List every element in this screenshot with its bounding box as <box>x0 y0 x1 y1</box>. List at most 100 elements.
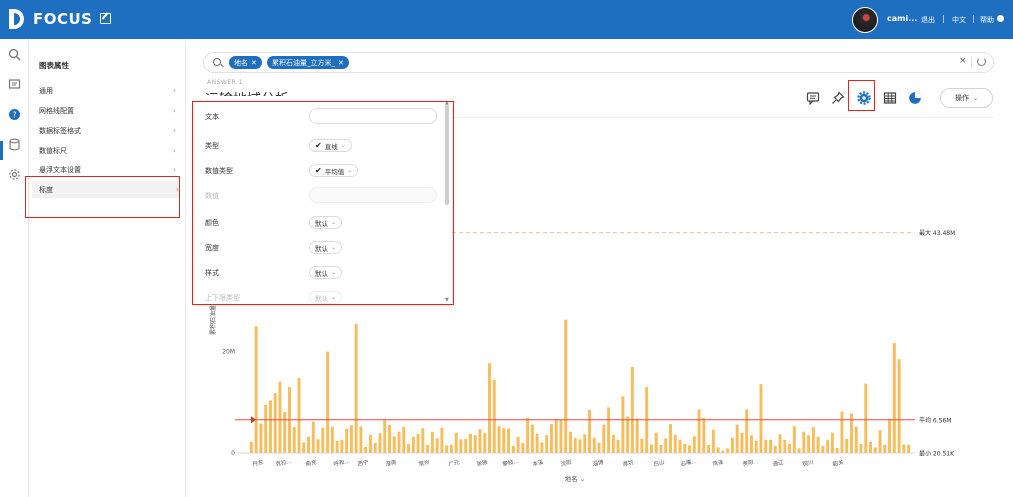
bar[interactable] <box>488 363 491 453</box>
bar[interactable] <box>559 420 563 453</box>
bar[interactable] <box>892 343 896 453</box>
bar[interactable] <box>583 434 587 453</box>
close-icon[interactable]: ✕ <box>251 59 257 67</box>
message-icon[interactable] <box>8 78 21 91</box>
bar[interactable] <box>788 443 792 453</box>
bar[interactable] <box>783 439 787 453</box>
bar[interactable] <box>278 381 282 453</box>
bar[interactable] <box>716 447 720 453</box>
bar[interactable] <box>545 435 549 453</box>
bar[interactable] <box>511 445 515 453</box>
bar[interactable] <box>649 444 653 453</box>
bar[interactable] <box>564 319 568 453</box>
bar[interactable] <box>407 443 411 453</box>
bar[interactable] <box>502 428 506 453</box>
table-icon[interactable] <box>883 91 897 105</box>
refresh-icon[interactable] <box>977 57 986 66</box>
bar[interactable] <box>459 439 463 453</box>
bar[interactable] <box>468 433 472 453</box>
bar[interactable] <box>688 445 692 453</box>
bar[interactable] <box>616 439 620 453</box>
bar[interactable] <box>359 426 363 453</box>
bar[interactable] <box>411 436 415 453</box>
bar[interactable] <box>707 444 711 453</box>
bar[interactable] <box>340 439 344 453</box>
bar[interactable] <box>907 444 911 453</box>
bar[interactable] <box>397 431 401 453</box>
bar[interactable] <box>826 439 830 453</box>
bar[interactable] <box>897 359 901 453</box>
bar[interactable] <box>316 439 320 453</box>
bar[interactable] <box>811 427 815 453</box>
bar[interactable] <box>402 426 406 453</box>
bar[interactable] <box>368 434 372 453</box>
bar[interactable] <box>540 442 544 453</box>
bar[interactable] <box>497 426 501 453</box>
bar[interactable] <box>759 384 763 453</box>
bar[interactable] <box>854 426 858 453</box>
bar[interactable] <box>569 431 572 453</box>
bar[interactable] <box>740 432 744 453</box>
bar[interactable] <box>516 436 520 453</box>
bar[interactable] <box>326 351 330 453</box>
bar[interactable] <box>249 441 253 453</box>
logo[interactable]: FOCUS <box>9 9 93 29</box>
bar[interactable] <box>330 426 334 453</box>
close-icon[interactable]: ✕ <box>338 59 344 67</box>
props-item-value-ruler[interactable]: 数值标尺 › <box>39 142 176 159</box>
logout-link[interactable]: 退出 <box>921 15 935 25</box>
pie-chart-icon[interactable] <box>908 91 922 105</box>
bar[interactable] <box>321 427 325 453</box>
bar[interactable] <box>697 409 701 453</box>
bar[interactable] <box>726 448 730 453</box>
bar[interactable] <box>735 424 739 453</box>
props-item-gridlines[interactable]: 网格线配置 › <box>39 102 176 119</box>
bar[interactable] <box>830 432 834 453</box>
bar[interactable] <box>478 429 482 453</box>
bar[interactable] <box>659 444 663 453</box>
bar[interactable] <box>630 366 634 453</box>
bar[interactable] <box>492 380 496 453</box>
bar[interactable] <box>421 428 425 453</box>
bar[interactable] <box>426 444 430 453</box>
bar[interactable] <box>664 438 668 453</box>
help-link[interactable]: 帮助 <box>980 15 994 25</box>
bar[interactable] <box>754 440 758 453</box>
bar[interactable] <box>678 439 682 453</box>
bar[interactable] <box>464 438 468 453</box>
bar[interactable] <box>521 442 525 453</box>
bar[interactable] <box>388 425 391 453</box>
bar[interactable] <box>297 378 301 453</box>
bar[interactable] <box>578 439 582 453</box>
bar[interactable] <box>807 435 811 453</box>
bar[interactable] <box>673 434 677 453</box>
bar[interactable] <box>764 439 768 453</box>
bar[interactable] <box>349 425 353 453</box>
bar[interactable] <box>292 427 296 453</box>
bar[interactable] <box>430 431 434 453</box>
bar[interactable] <box>364 446 368 453</box>
bar[interactable] <box>864 383 868 453</box>
bar[interactable] <box>835 447 839 453</box>
bar[interactable] <box>611 434 615 453</box>
bar[interactable] <box>526 418 530 453</box>
bar[interactable] <box>821 445 825 453</box>
search-chip[interactable]: 地名 ✕ <box>229 56 262 69</box>
help-icon[interactable] <box>997 15 1004 22</box>
bar[interactable] <box>745 409 749 453</box>
bar[interactable] <box>669 424 672 453</box>
bar[interactable] <box>711 429 715 453</box>
bar[interactable] <box>530 424 534 453</box>
user-name[interactable]: cami... <box>887 14 917 23</box>
bar[interactable] <box>473 435 477 453</box>
bar[interactable] <box>749 435 753 453</box>
bar[interactable] <box>435 438 439 453</box>
bar[interactable] <box>883 444 887 453</box>
bar[interactable] <box>692 436 696 453</box>
bar[interactable] <box>626 416 630 453</box>
bar[interactable] <box>730 437 734 453</box>
bar[interactable] <box>378 433 382 453</box>
bar[interactable] <box>859 443 863 453</box>
bar[interactable] <box>449 444 453 453</box>
bar[interactable] <box>373 442 377 453</box>
